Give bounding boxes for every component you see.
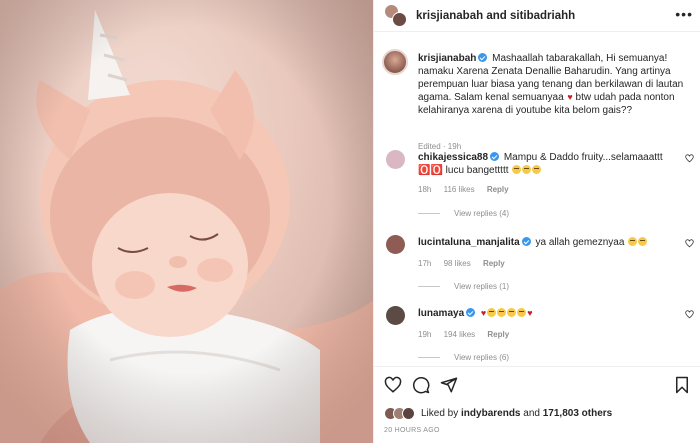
verified-badge-icon	[521, 237, 531, 246]
caption-text: krisjianabah Mashaallah tabarakallah, Hi…	[418, 52, 690, 117]
author-link[interactable]: krisjianabah	[416, 10, 483, 22]
comments-scroll-area[interactable]: krisjianabah Mashaallah tabarakallah, Hi…	[374, 33, 700, 363]
like-heart-icon[interactable]	[685, 154, 694, 163]
red-heart-emoji-icon: ♥	[527, 308, 533, 318]
view-replies-label: View replies (6)	[454, 353, 509, 362]
view-replies-label: View replies (1)	[454, 282, 509, 291]
emoji-icon	[522, 165, 532, 174]
post-header: krisjianabah and sitibadriahh •••	[374, 0, 700, 32]
avatar[interactable]	[386, 150, 405, 169]
emoji-icon	[512, 165, 522, 174]
reply-button[interactable]: Reply	[483, 259, 505, 268]
red-heart-emoji-icon: ♥	[480, 308, 487, 318]
reply-button[interactable]: Reply	[487, 330, 509, 339]
comment-username[interactable]: chikajessica88	[418, 152, 488, 163]
comment-text: lucintaluna_manjalita ya allah gemeznyaa	[418, 236, 668, 249]
comment-meta: 19h 194 likes Reply	[418, 330, 519, 339]
more-horizontal-icon[interactable]: •••	[675, 6, 693, 22]
verified-badge-icon	[466, 308, 476, 317]
emoji-icon	[638, 237, 648, 246]
view-replies-label: View replies (4)	[454, 209, 509, 218]
avatar[interactable]	[386, 235, 405, 254]
comment-body: ya allah gemeznyaa	[535, 237, 625, 248]
heart-icon[interactable]	[384, 376, 402, 394]
share-icon[interactable]	[440, 376, 458, 394]
divider	[418, 213, 440, 214]
caption-meta: Edited · 19h	[418, 142, 462, 151]
comment-meta: 18h 116 likes Reply	[418, 185, 519, 194]
comment-text: chikajessica88 Mampu & Daddo fruity...se…	[418, 151, 668, 177]
baby-photo-illustration	[0, 0, 373, 443]
liked-by-others[interactable]: 171,803 others	[543, 408, 613, 419]
like-heart-icon[interactable]	[685, 310, 694, 319]
emoji-icon	[497, 308, 507, 317]
comment-likes[interactable]: 116 likes	[444, 185, 475, 194]
emoji-icon	[532, 165, 542, 174]
comment-likes[interactable]: 98 likes	[444, 259, 471, 268]
emoji-icon	[507, 308, 517, 317]
liked-by-user[interactable]: indybarends	[461, 408, 520, 419]
and-label: and	[486, 9, 507, 22]
emoji-icon	[517, 308, 527, 317]
instagram-post: krisjianabah and sitibadriahh ••• krisji…	[0, 0, 700, 443]
post-timestamp[interactable]: 20 HOURS AGO	[384, 427, 440, 434]
comment-username[interactable]: lucintaluna_manjalita	[418, 237, 520, 248]
avatar[interactable]	[382, 49, 408, 75]
avatar	[402, 407, 415, 420]
caption-username[interactable]: krisjianabah	[418, 53, 476, 64]
avatar[interactable]	[386, 306, 405, 325]
author-link[interactable]: sitibadriahh	[510, 10, 575, 22]
divider	[418, 357, 440, 358]
view-replies-button[interactable]: View replies (6)	[418, 353, 509, 362]
likes-text: Liked by indybarends and 171,803 others	[421, 408, 612, 419]
comment-time: 18h	[418, 185, 432, 194]
likes-summary[interactable]: Liked by indybarends and 171,803 others	[384, 407, 612, 420]
verified-badge-icon	[478, 53, 488, 62]
view-replies-button[interactable]: View replies (4)	[418, 209, 509, 218]
bookmark-icon[interactable]	[673, 376, 691, 394]
and-label: and	[523, 408, 540, 419]
like-heart-icon[interactable]	[685, 239, 694, 248]
post-authors[interactable]: krisjianabah and sitibadriahh	[416, 10, 575, 22]
comment-likes[interactable]: 194 likes	[444, 330, 476, 339]
comment-icon[interactable]	[412, 376, 430, 394]
post-side-panel: krisjianabah and sitibadriahh ••• krisji…	[373, 0, 700, 443]
emoji-icon	[487, 308, 497, 317]
comment-username[interactable]: lunamaya	[418, 308, 464, 319]
comment-text: lunamaya ♥ ♥	[418, 307, 668, 320]
comment-meta: 17h 98 likes Reply	[418, 259, 515, 268]
red-heart-emoji-icon: ♥	[567, 92, 573, 102]
divider	[418, 286, 440, 287]
post-photo[interactable]	[0, 0, 373, 443]
verified-badge-icon	[490, 152, 500, 161]
avatar	[392, 11, 407, 27]
reply-button[interactable]: Reply	[487, 185, 509, 194]
comment-time: 17h	[418, 259, 432, 268]
view-replies-button[interactable]: View replies (1)	[418, 282, 509, 291]
collab-avatars[interactable]	[384, 3, 408, 28]
liked-by-label: Liked by	[421, 408, 459, 419]
post-actions: Liked by indybarends and 171,803 others …	[374, 366, 700, 443]
comment-time: 19h	[418, 330, 432, 339]
emoji-icon	[628, 237, 638, 246]
